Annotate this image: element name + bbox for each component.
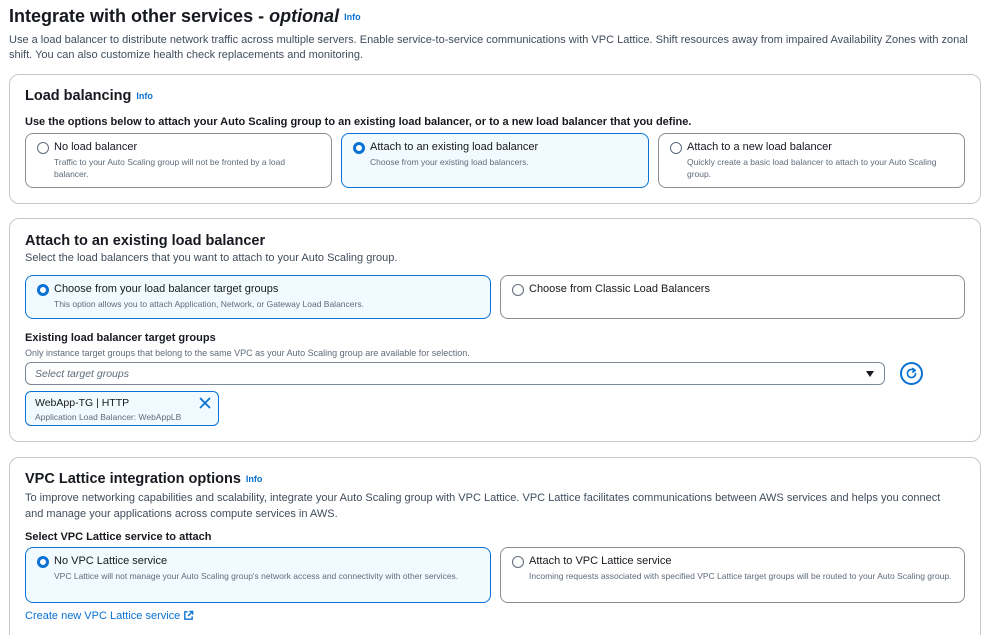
radio-classic-load-balancers[interactable] <box>512 284 524 296</box>
option-target-groups[interactable]: Choose from your load balancer target gr… <box>25 275 491 319</box>
load-balancing-title-text: Load balancing <box>25 88 132 104</box>
existing-lb-title: Attach to an existing load balancer <box>25 233 266 249</box>
target-groups-label: Existing load balancer target groups <box>25 332 216 344</box>
create-vpc-lattice-link[interactable]: Create new VPC Lattice service <box>25 610 194 622</box>
page-title-optional: optional <box>269 6 340 26</box>
load-balancing-instruction: Use the options below to attach your Aut… <box>25 116 692 128</box>
page-description: Use a load balancer to distribute networ… <box>9 34 968 61</box>
caret-down-icon <box>866 371 874 377</box>
vpc-lattice-panel: VPC Lattice integration options Info To i… <box>9 457 981 635</box>
external-link-icon <box>184 610 194 620</box>
option-attach-new-load-balancer[interactable]: Attach to a new load balancer Quickly cr… <box>658 133 965 188</box>
radio-target-groups[interactable] <box>37 284 49 296</box>
target-groups-placeholder: Select target groups <box>35 368 129 380</box>
option-description: Traffic to your Auto Scaling group will … <box>54 157 286 179</box>
close-icon[interactable] <box>199 397 211 409</box>
vpc-lattice-info-link[interactable]: Info <box>246 474 263 484</box>
refresh-icon <box>906 367 917 379</box>
token-description: Application Load Balancer: WebAppLB <box>35 412 182 422</box>
option-label: No VPC Lattice service <box>54 555 168 567</box>
radio-no-load-balancer[interactable] <box>37 142 49 154</box>
existing-lb-description: Select the load balancers that you want … <box>25 252 398 264</box>
vpc-lattice-description: To improve networking capabilities and s… <box>25 492 941 520</box>
option-description: This option allows you to attach Applica… <box>54 299 364 309</box>
load-balancing-title: Load balancing Info <box>25 88 153 104</box>
vpc-lattice-title: VPC Lattice integration options Info <box>25 471 262 487</box>
option-label: Choose from your load balancer target gr… <box>54 283 279 295</box>
option-description: Quickly create a basic load balancer to … <box>687 157 937 179</box>
option-classic-load-balancers[interactable]: Choose from Classic Load Balancers <box>500 275 965 319</box>
target-group-token: WebApp-TG | HTTP Application Load Balanc… <box>25 391 219 426</box>
radio-attach-new-load-balancer[interactable] <box>670 142 682 154</box>
option-attach-existing-load-balancer[interactable]: Attach to an existing load balancer Choo… <box>341 133 649 188</box>
option-attach-vpc-lattice[interactable]: Attach to VPC Lattice service Incoming r… <box>500 547 965 603</box>
option-label: Attach to a new load balancer <box>687 141 832 153</box>
header-info-link[interactable]: Info <box>344 12 361 22</box>
option-description: Choose from your existing load balancers… <box>370 157 529 167</box>
radio-no-vpc-lattice[interactable] <box>37 556 49 568</box>
option-label: Attach to an existing load balancer <box>370 141 539 153</box>
refresh-button[interactable] <box>900 362 923 385</box>
vpc-lattice-title-text: VPC Lattice integration options <box>25 471 241 487</box>
option-no-load-balancer[interactable]: No load balancer Traffic to your Auto Sc… <box>25 133 332 188</box>
page-title-text: Integrate with other services - <box>9 6 270 26</box>
token-label: WebApp-TG | HTTP <box>35 397 130 409</box>
option-description: VPC Lattice will not manage your Auto Sc… <box>54 571 459 581</box>
vpc-lattice-select-label: Select VPC Lattice service to attach <box>25 531 212 543</box>
load-balancing-info-link[interactable]: Info <box>136 91 153 101</box>
option-no-vpc-lattice[interactable]: No VPC Lattice service VPC Lattice will … <box>25 547 491 603</box>
option-label: Choose from Classic Load Balancers <box>529 283 710 295</box>
option-description: Incoming requests associated with specif… <box>529 571 952 581</box>
page-title: Integrate with other services - optional… <box>9 6 361 27</box>
existing-load-balancer-panel: Attach to an existing load balancer Sele… <box>9 218 981 442</box>
radio-attach-vpc-lattice[interactable] <box>512 556 524 568</box>
option-label: Attach to VPC Lattice service <box>529 555 672 567</box>
radio-attach-existing-load-balancer[interactable] <box>353 142 365 154</box>
target-groups-select[interactable]: Select target groups <box>25 362 885 385</box>
target-groups-hint: Only instance target groups that belong … <box>25 348 470 358</box>
load-balancing-panel: Load balancing Info Use the options below… <box>9 74 981 204</box>
option-label: No load balancer <box>54 141 138 153</box>
create-vpc-lattice-link-text: Create new VPC Lattice service <box>25 610 181 622</box>
